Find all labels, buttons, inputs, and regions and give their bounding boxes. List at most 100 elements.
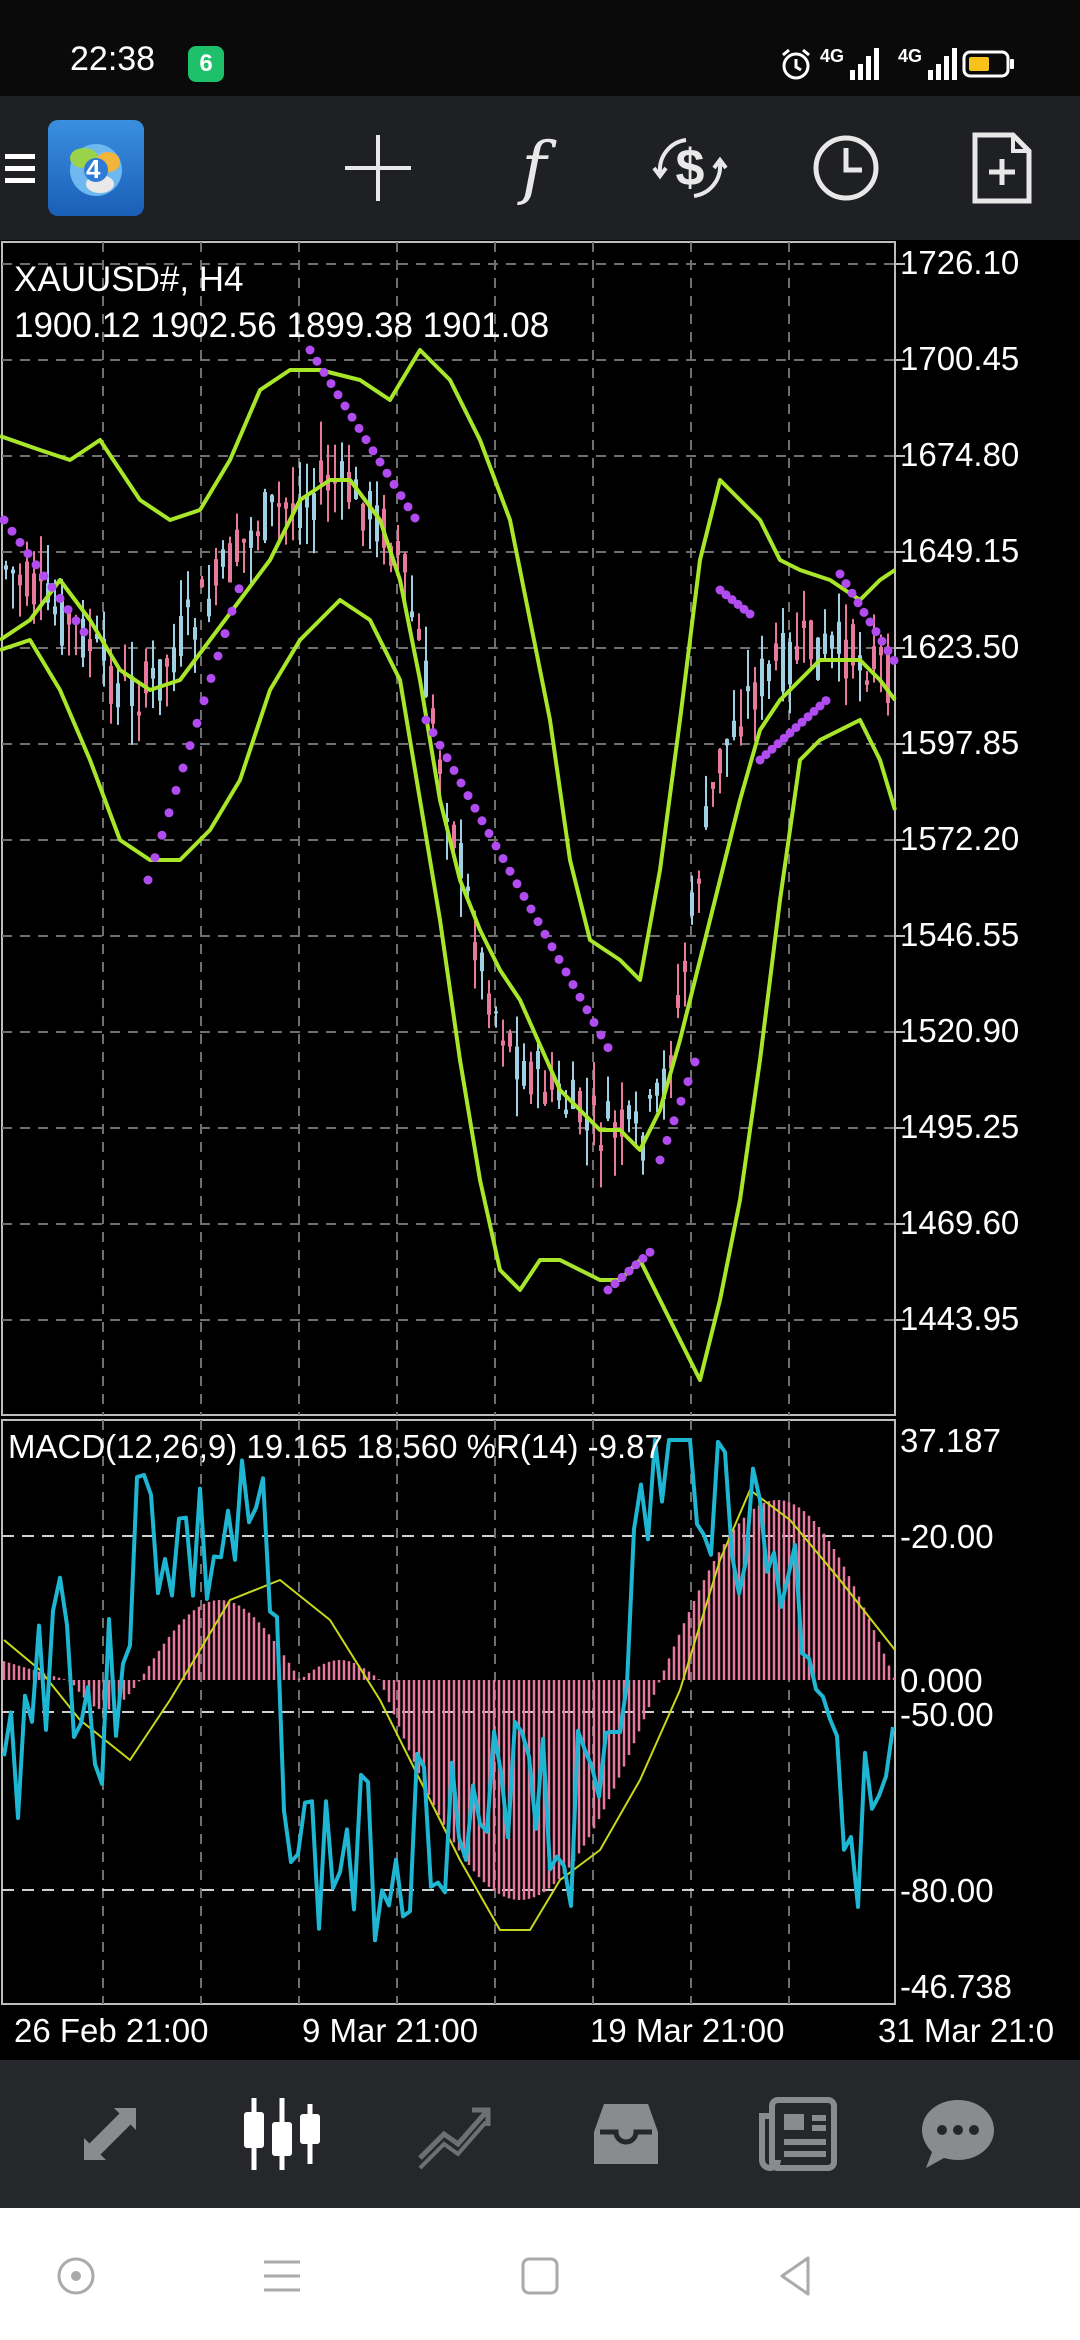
chart-area[interactable] bbox=[0, 240, 1080, 2060]
parabolic-sar-dot bbox=[442, 753, 452, 763]
parabolic-sar-dot bbox=[361, 435, 371, 445]
crosshair-button[interactable] bbox=[318, 104, 438, 232]
nav-history[interactable] bbox=[566, 2074, 686, 2194]
price-axis-label: 1726.10 bbox=[900, 244, 1020, 281]
candlestick-body bbox=[207, 598, 211, 617]
menu-icon bbox=[264, 2260, 300, 2292]
parabolic-sar-dot bbox=[410, 513, 420, 523]
oscillator-axis-label: -20.00 bbox=[900, 1518, 994, 1555]
parabolic-sar-dot bbox=[853, 598, 863, 608]
candlestick-body bbox=[81, 618, 85, 658]
back-button[interactable] bbox=[764, 2244, 828, 2308]
candlestick-body bbox=[249, 530, 253, 548]
nav-news[interactable] bbox=[738, 2074, 858, 2194]
candlestick-body bbox=[655, 1082, 659, 1096]
parabolic-sar-dot bbox=[676, 1096, 686, 1106]
candlestick-body bbox=[634, 1111, 638, 1124]
time-axis-label: 9 Mar 21:00 bbox=[302, 2012, 479, 2049]
symbols-button[interactable]: $ bbox=[630, 104, 750, 232]
menu-button[interactable] bbox=[0, 104, 40, 232]
candlestick-body bbox=[256, 531, 260, 537]
oscillator-axis-label: -50.00 bbox=[900, 1696, 994, 1733]
messages-icon bbox=[922, 2100, 994, 2168]
oscillator-axis-label: 37.187 bbox=[900, 1422, 1001, 1459]
quotes-icon bbox=[84, 2108, 136, 2160]
candlestick-body bbox=[179, 616, 183, 657]
parabolic-sar-dot bbox=[582, 1005, 592, 1015]
candlestick-body bbox=[809, 620, 813, 660]
price-axis-label: 1674.80 bbox=[900, 436, 1020, 473]
candlestick-body bbox=[494, 1011, 498, 1014]
timeframe-button[interactable] bbox=[786, 104, 906, 232]
candlestick-body bbox=[88, 639, 92, 652]
time-axis-label: 19 Mar 21:00 bbox=[590, 2012, 785, 2049]
candlestick-body bbox=[319, 460, 323, 483]
candlestick-body bbox=[529, 1061, 533, 1095]
recent-apps-button[interactable] bbox=[250, 2244, 314, 2308]
assistant-button[interactable] bbox=[44, 2244, 108, 2308]
parabolic-sar-dot bbox=[47, 582, 57, 592]
candlestick-body bbox=[109, 665, 113, 704]
bottom-navigation bbox=[0, 2060, 1080, 2208]
candlestick-body bbox=[697, 878, 701, 884]
assistant-icon bbox=[57, 2257, 95, 2295]
candlestick-body bbox=[739, 726, 743, 737]
alarm-icon bbox=[778, 46, 814, 87]
price-axis-label: 1520.90 bbox=[900, 1012, 1020, 1049]
candlestick-body bbox=[466, 886, 470, 892]
candlestick-body bbox=[340, 461, 344, 481]
parabolic-sar-dot bbox=[375, 457, 385, 467]
candlestick-body bbox=[375, 505, 379, 542]
candlestick-body bbox=[522, 1060, 526, 1086]
candlestick-body bbox=[417, 628, 421, 640]
indicators-button[interactable]: f bbox=[474, 104, 594, 232]
signal-icon: 4G bbox=[820, 46, 880, 82]
home-button[interactable] bbox=[508, 2244, 572, 2308]
candlestick-body bbox=[788, 641, 792, 685]
price-axis-label: 1495.25 bbox=[900, 1108, 1020, 1145]
candlestick-body bbox=[361, 503, 365, 531]
candlestick-body bbox=[837, 621, 841, 654]
candlestick-body bbox=[277, 503, 281, 507]
parabolic-sar-dot bbox=[683, 1077, 693, 1087]
candlestick-body bbox=[487, 993, 491, 1015]
metatrader-logo-icon[interactable]: 4 bbox=[48, 120, 144, 216]
candlestick-body bbox=[718, 749, 722, 774]
parabolic-sar-dot bbox=[326, 379, 336, 389]
parabolic-sar-dot bbox=[519, 891, 529, 901]
parabolic-sar-dot bbox=[859, 607, 869, 617]
parabolic-sar-dot bbox=[340, 401, 350, 411]
parabolic-sar-dot bbox=[484, 828, 494, 838]
parabolic-sar-dot bbox=[63, 605, 73, 615]
parabolic-sar-dot bbox=[547, 942, 557, 952]
price-axis-label: 1443.95 bbox=[900, 1300, 1020, 1337]
parabolic-sar-dot bbox=[435, 740, 445, 750]
candlestick-body bbox=[410, 611, 414, 618]
parabolic-sar-dot bbox=[347, 412, 357, 422]
nav-trade[interactable] bbox=[394, 2074, 514, 2194]
nav-quotes[interactable] bbox=[50, 2074, 170, 2194]
candlestick-body bbox=[508, 1033, 512, 1047]
candlestick-body bbox=[753, 682, 757, 710]
nav-messages[interactable] bbox=[898, 2074, 1018, 2194]
back-icon bbox=[780, 2256, 810, 2296]
candlestick-body bbox=[284, 502, 288, 509]
parabolic-sar-dot bbox=[533, 917, 543, 927]
symbol-title: XAUUSD#, H4 bbox=[14, 260, 244, 299]
parabolic-sar-dot bbox=[491, 841, 501, 851]
parabolic-sar-dot bbox=[164, 808, 174, 818]
candlestick-body bbox=[872, 646, 876, 669]
parabolic-sar-dot bbox=[71, 616, 81, 626]
parabolic-sar-dot bbox=[835, 569, 845, 579]
candlestick-body bbox=[480, 952, 484, 972]
nav-chart[interactable] bbox=[222, 2074, 342, 2194]
candlestick-body bbox=[627, 1105, 631, 1120]
status-time: 22:38 bbox=[70, 40, 156, 78]
parabolic-sar-dot bbox=[368, 446, 378, 456]
candlestick-body bbox=[396, 541, 400, 556]
parabolic-sar-dot bbox=[150, 853, 160, 863]
new-order-button[interactable] bbox=[942, 104, 1062, 232]
parabolic-sar-dot bbox=[389, 479, 399, 489]
parabolic-sar-dot bbox=[428, 728, 438, 738]
candlestick-body bbox=[4, 565, 8, 570]
